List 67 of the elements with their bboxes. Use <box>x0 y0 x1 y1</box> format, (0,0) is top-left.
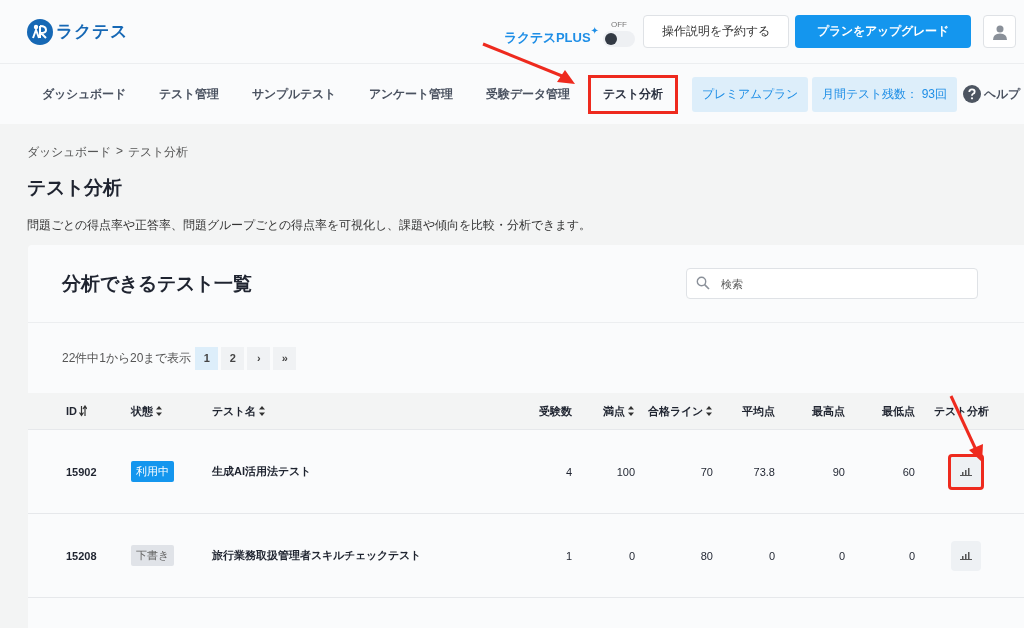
nav-tab[interactable]: アンケート管理 <box>354 74 468 114</box>
column-header: 受験数 <box>538 403 572 419</box>
column-header: 最低点 <box>881 403 915 419</box>
toggle-label: OFF <box>611 19 627 29</box>
page-button[interactable]: › <box>247 346 271 370</box>
bar-chart-icon <box>960 551 972 560</box>
breadcrumb-item: テスト分析 <box>128 144 188 161</box>
nav-tab[interactable]: 受験データ管理 <box>471 74 585 114</box>
min-score-cell-text: 60 <box>901 465 915 478</box>
account-button[interactable] <box>983 15 1016 48</box>
column-header[interactable]: 状態 <box>131 403 212 419</box>
breadcrumb-separator: > <box>116 144 123 160</box>
breadcrumb-item[interactable]: ダッシュボード <box>27 144 111 161</box>
takers-cell-text: 1 <box>564 549 572 562</box>
nav-tab[interactable]: テスト管理 <box>144 74 234 114</box>
result-count: 22件中1から20まで表示 <box>62 349 192 367</box>
analysis-button[interactable] <box>948 453 984 490</box>
reserve-button[interactable]: 操作説明を予約する <box>643 15 789 48</box>
full-score-cell-text: 100 <box>615 465 635 478</box>
page-title: テスト分析 <box>27 176 123 200</box>
sparkle-icon: ✦ <box>590 24 599 36</box>
sort-icon <box>627 405 635 417</box>
toggle-switch[interactable] <box>603 30 635 47</box>
analysis-button[interactable] <box>951 540 981 571</box>
logo-text: ラクテス <box>56 21 128 43</box>
plus-label: ラクテスPLUS <box>503 28 591 47</box>
sort-icon <box>79 405 87 417</box>
column-header: 最高点 <box>811 403 845 419</box>
list-title: 分析できるテスト一覧 <box>62 271 252 296</box>
id-cell-text: 15208 <box>66 549 98 562</box>
search-icon <box>696 276 710 290</box>
takers-cell-text: 4 <box>564 465 572 478</box>
help-icon <box>963 85 981 103</box>
page-button[interactable]: » <box>273 346 297 370</box>
page-description: 問題ごとの得点率や正答率、問題グループごとの得点率を可視化し、課題や傾向を比較・分析できます。 <box>27 217 592 234</box>
page-button[interactable]: 2 <box>221 346 245 370</box>
column-header: 平均点 <box>741 403 775 419</box>
column-header[interactable]: 合格ライン <box>635 403 713 419</box>
column-header[interactable]: 満点 <box>572 403 635 419</box>
max-score-cell-text: 90 <box>831 465 845 478</box>
column-header[interactable]: テスト名 <box>212 403 527 419</box>
average-cell-text: 73.8 <box>752 465 775 478</box>
bar-chart-icon <box>960 467 972 476</box>
status-tag: 下書き <box>131 545 174 566</box>
column-header[interactable]: ID <box>66 405 131 417</box>
max-score-cell-text: 0 <box>837 549 845 562</box>
sort-icon <box>258 405 266 417</box>
test-name-cell[interactable]: 生成AI活用法テスト <box>212 464 527 479</box>
sort-icon <box>155 405 163 417</box>
user-icon <box>991 23 1008 40</box>
pass-line-cell-text: 80 <box>699 549 713 562</box>
sort-icon <box>705 405 713 417</box>
help-link[interactable]: ヘルプ <box>963 85 1020 103</box>
min-score-cell-text: 0 <box>907 549 915 562</box>
nav-tab[interactable]: ダッシュボード <box>27 74 141 114</box>
search-field[interactable]: 検索 <box>686 268 978 299</box>
pass-line-cell-text: 70 <box>699 465 713 478</box>
test-name-cell[interactable]: 旅行業務取扱管理者スキルチェックテスト <box>212 548 527 563</box>
full-score-cell-text: 0 <box>627 549 635 562</box>
remaining-badge: 月間テスト残数： 93回 <box>812 76 957 112</box>
average-cell-text: 0 <box>767 549 775 562</box>
nav-tab[interactable]: サンプルテスト <box>237 74 351 114</box>
status-tag: 利用中 <box>131 461 174 482</box>
page-button[interactable]: 1 <box>195 346 219 370</box>
id-cell-text: 15902 <box>66 465 98 478</box>
logo-icon <box>27 18 53 45</box>
plan-badge: プレミアムプラン <box>692 76 809 112</box>
